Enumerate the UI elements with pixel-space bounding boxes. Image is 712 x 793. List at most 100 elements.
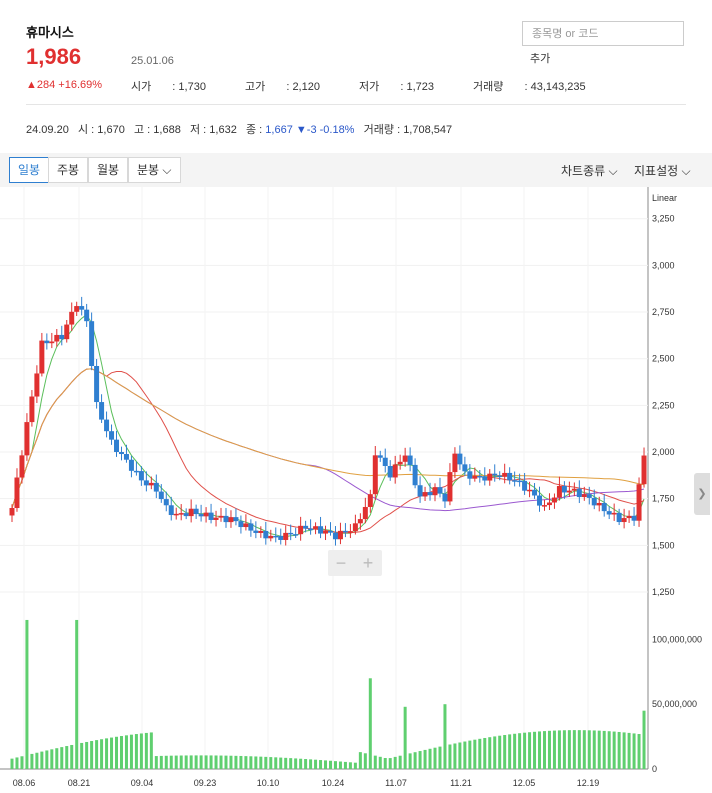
candle-body [621,518,627,523]
volume-bar [199,755,203,769]
volume-bar [204,755,208,769]
side-panel-toggle[interactable]: ❯ [694,473,710,515]
stock-search-input[interactable] [522,21,684,46]
candle-body [571,488,577,491]
tab-weekly[interactable]: 주봉 [48,157,89,183]
candle-body [527,489,533,492]
tab-daily[interactable]: 일봉 [9,157,50,183]
volume-bar [20,756,24,769]
candle-body [566,490,572,493]
candle-body [19,455,25,478]
candle-body [576,488,582,498]
candle-body [591,497,597,506]
y-tick-label: 1,750 [652,494,675,504]
volume-bar [25,619,29,769]
candle-body [49,341,55,344]
candle-body [29,396,35,423]
candle-body [173,513,179,516]
y-tick-label: 2,250 [652,400,675,410]
zoom-in-button[interactable]: + [363,553,374,573]
candle-body [163,499,169,506]
candle-body [253,530,259,533]
volume-bar [393,756,397,769]
volume-bar [90,741,94,769]
candle-body [308,528,314,531]
candle-body [387,466,393,478]
volume-bar [632,733,636,769]
candle-body [228,517,234,523]
candle-body [402,455,408,462]
volume-bar [149,732,153,769]
volume-bar [562,730,566,769]
chart-type-dropdown[interactable]: 차트종류 ⌵ [561,162,618,179]
volume-tick-label: 0 [652,764,657,774]
volume-bar [319,760,323,769]
volume-bar [582,730,586,769]
volume-bar [363,753,367,769]
candle-body [328,531,333,533]
volume-bar [398,755,402,769]
x-tick-label: 10.24 [322,778,345,788]
candle-body [407,455,413,465]
y-tick-label: 1,500 [652,540,675,550]
volume-bar [294,758,298,769]
candle-body [24,422,30,456]
metric-high: 고가 : 2,120 [245,81,320,93]
volume-bar [164,755,168,769]
candle-body [14,477,20,509]
volume-bar [219,755,223,769]
x-tick-label: 11.21 [450,778,472,788]
candle-body [392,464,398,478]
volume-bar [428,748,432,769]
volume-bar [95,740,99,769]
candle-body [128,459,134,471]
candle-body [143,480,149,486]
candle-body [9,508,15,516]
indicator-settings-dropdown[interactable]: 지표설정 ⌵ [634,162,691,179]
volume-bar [513,733,517,769]
candle-body [223,515,229,523]
volume-bar [115,736,119,769]
candle-body [596,502,602,506]
add-button[interactable]: 추가 [530,50,550,66]
volume-bar [483,737,487,769]
volume-bar [443,704,447,769]
candle-body [551,497,557,503]
candle-body [556,486,562,498]
candle-body [472,476,478,479]
volume-bar [418,751,422,769]
candle-body [467,471,473,479]
volume-bar [124,735,128,769]
volume-bar [508,734,512,769]
y-tick-label: 2,750 [652,307,675,317]
candle-body [362,506,368,520]
candle-body [243,523,249,528]
price-chart[interactable]: 1,250 1,500 1,750 2,000 2,250 2,500 2,750 3,000… [0,187,712,793]
candle-body [313,526,319,529]
volume-bar [617,731,621,769]
candle-body [153,482,159,492]
candle-body [218,515,224,518]
zoom-out-button[interactable]: − [336,553,347,573]
volume-bar [119,736,123,769]
volume-bar [423,749,427,769]
current-price: 1,986 [26,44,82,69]
candle-body [193,508,199,515]
candle-body [616,512,622,523]
candle-body [337,530,343,540]
candle-body [203,512,209,517]
candle-body [397,461,403,465]
quote-date: 25.01.06 [131,55,174,67]
volume-bar [239,755,243,769]
tab-monthly[interactable]: 월봉 [88,157,129,183]
candle-body [477,476,483,478]
volume-bar [518,733,522,769]
candle-body [183,513,189,517]
volume-bar [244,756,248,769]
candle-body [178,513,184,515]
candle-body [532,489,538,496]
candle-body [168,505,174,516]
candle-body [208,512,214,520]
candle-body [94,366,100,403]
tab-minute[interactable]: 분봉 ⌵ [128,157,181,183]
